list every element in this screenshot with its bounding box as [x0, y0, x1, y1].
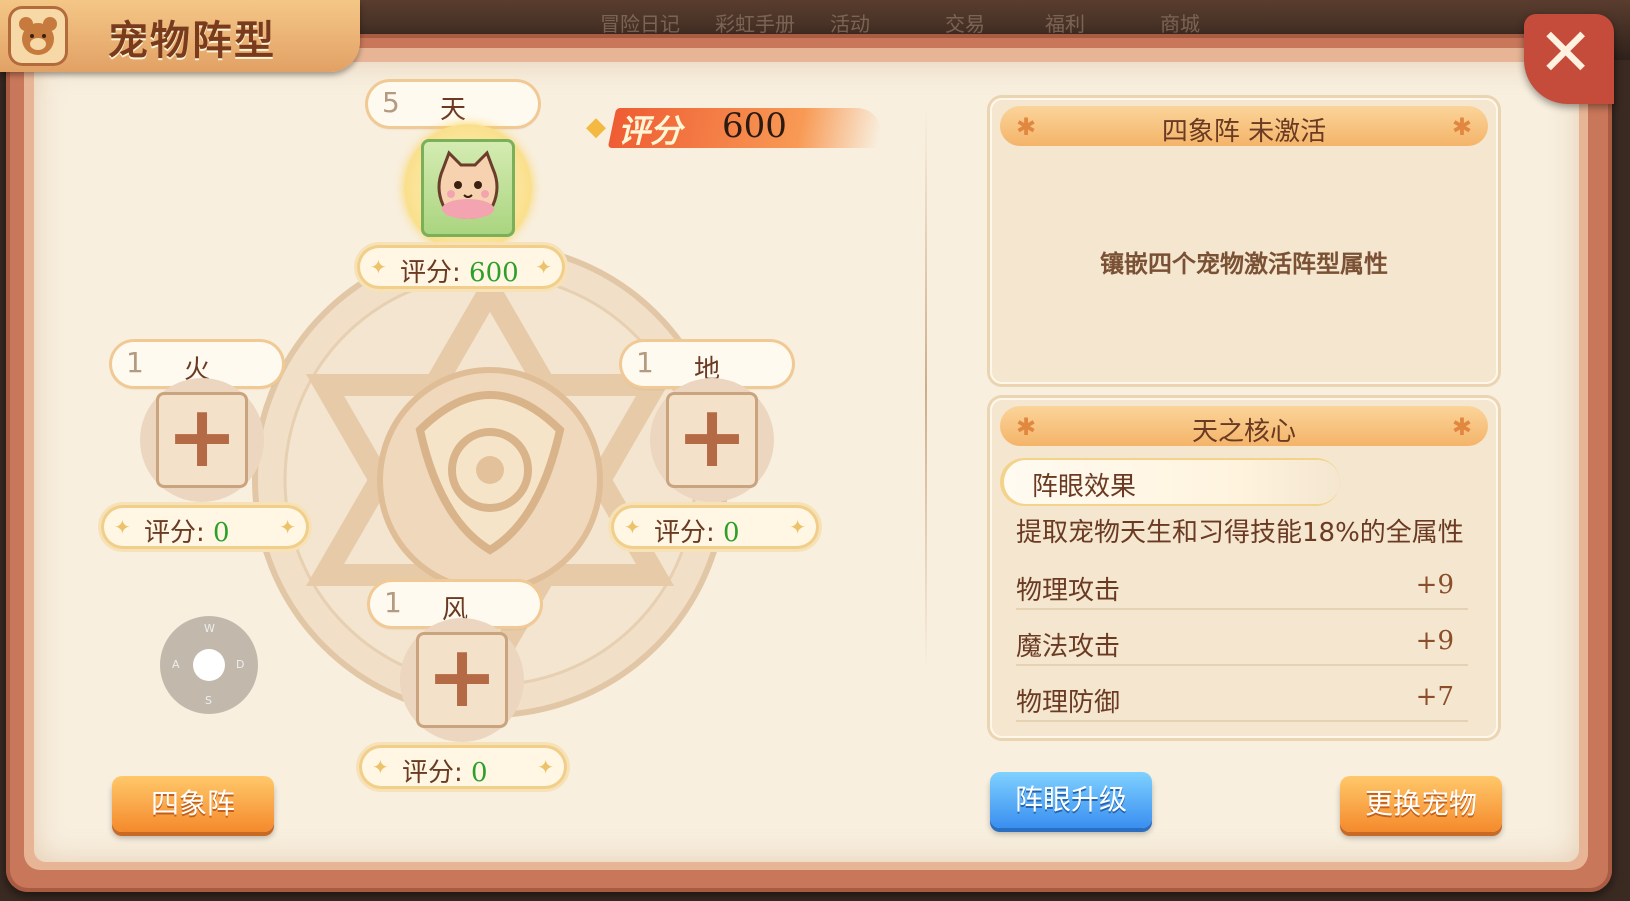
- pet-portrait[interactable]: [421, 139, 515, 237]
- bear-icon: [8, 6, 68, 66]
- slot-huo-score: ✦ 评分: 0 ✦: [104, 508, 306, 548]
- score-text: 评分: 0: [654, 518, 740, 548]
- slot-tian[interactable]: [404, 124, 532, 252]
- stat-row: 物理攻击 +9: [1016, 564, 1468, 610]
- core-panel-title: 天之核心: [1191, 417, 1296, 447]
- effect-label-pill: 阵眼效果: [1004, 460, 1340, 504]
- slot-feng: +: [400, 618, 524, 742]
- pet-cat-icon: [437, 150, 499, 219]
- title-tab: 宠物阵型: [0, 0, 360, 72]
- change-pet-button[interactable]: 更换宠物: [1340, 776, 1502, 832]
- bg-menu-item: 活动: [830, 12, 870, 36]
- joystick-knob[interactable]: [193, 649, 225, 681]
- panel-divider: [925, 110, 927, 670]
- plus-icon: +: [425, 627, 499, 727]
- formation-status-title: 四象阵 未激活: [1161, 117, 1327, 147]
- effect-description: 提取宠物天生和习得技能18%的全属性: [1016, 518, 1464, 548]
- star-icon: ✦: [537, 755, 554, 779]
- total-score-label: 评分: [618, 112, 683, 150]
- page-title: 宠物阵型: [108, 18, 276, 64]
- stat-row: 魔法攻击 +9: [1016, 620, 1468, 666]
- score-text: 评分: 600: [400, 258, 519, 288]
- star-icon: ✦: [279, 515, 296, 539]
- stat-name: 物理攻击: [1016, 576, 1121, 606]
- plus-icon: +: [165, 387, 239, 487]
- total-score: ◆ 评分 600: [586, 100, 888, 156]
- effect-label: 阵眼效果: [1032, 472, 1137, 502]
- formation-status-header: ✱ 四象阵 未激活 ✱: [1000, 106, 1488, 147]
- slot-feng-add-button[interactable]: +: [416, 632, 508, 728]
- score-text: 评分: 0: [402, 758, 488, 788]
- stat-name: 魔法攻击: [1016, 632, 1121, 662]
- bg-menu-item: 彩虹手册: [715, 12, 795, 36]
- bg-menu-item: 福利: [1045, 12, 1085, 36]
- slot-tian-name: 天: [439, 95, 466, 125]
- bg-menu-item: 商城: [1160, 12, 1200, 36]
- slot-huo-add-button[interactable]: +: [156, 392, 248, 488]
- formation-status-panel: ✱ 四象阵 未激活 ✱ 镶嵌四个宠物激活阵型属性: [990, 98, 1498, 384]
- stat-value: +9: [1415, 626, 1454, 656]
- slot-di-add-button[interactable]: +: [666, 392, 758, 488]
- formation-button[interactable]: 四象阵: [112, 776, 274, 832]
- core-panel: ✱ 天之核心 ✱ 阵眼效果 提取宠物天生和习得技能18%的全属性 物理攻击 +9…: [990, 398, 1498, 738]
- star-icon: ✦: [535, 255, 552, 279]
- star-icon: ✦: [624, 515, 641, 539]
- stat-name: 物理防御: [1016, 688, 1121, 718]
- dpad-right-key: D: [236, 658, 245, 671]
- slot-di-score: ✦ 评分: 0 ✦: [614, 508, 816, 548]
- dpad-up-key: W: [204, 622, 215, 635]
- formation-description: 镶嵌四个宠物激活阵型属性: [1100, 249, 1388, 278]
- star-icon: ✦: [789, 515, 806, 539]
- star-icon: ✱: [1451, 113, 1472, 141]
- slot-feng-score: ✦ 评分: 0 ✦: [362, 748, 564, 788]
- stat-row: 物理防御 +7: [1016, 676, 1468, 722]
- core-panel-header: ✱ 天之核心 ✱: [1000, 406, 1488, 447]
- dpad-down-key: S: [205, 694, 212, 707]
- stat-value: +9: [1415, 570, 1454, 600]
- slot-tian-header: 5 天: [368, 82, 538, 126]
- bg-menu-item: 冒险日记: [600, 12, 680, 36]
- star-icon: ✦: [372, 755, 389, 779]
- close-icon: ✕: [1538, 14, 1594, 91]
- slot-huo: +: [140, 378, 264, 502]
- dpad-left-key: A: [172, 658, 180, 671]
- close-button[interactable]: ✕: [1524, 14, 1614, 104]
- virtual-joystick[interactable]: W A D S: [160, 616, 258, 714]
- diamond-icon: ◆: [586, 112, 606, 142]
- plus-icon: +: [675, 387, 749, 487]
- upgrade-eye-button[interactable]: 阵眼升级: [990, 772, 1152, 828]
- star-icon: ✱: [1451, 413, 1472, 441]
- star-icon: ✦: [114, 515, 131, 539]
- stat-value: +7: [1415, 682, 1454, 712]
- total-score-value: 600: [722, 106, 787, 146]
- star-icon: ✦: [370, 255, 387, 279]
- slot-di: +: [650, 378, 774, 502]
- bg-menu-item: 交易: [945, 12, 985, 36]
- slot-tian-score: ✦ 评分: 600 ✦: [360, 248, 562, 288]
- score-text: 评分: 0: [144, 518, 230, 548]
